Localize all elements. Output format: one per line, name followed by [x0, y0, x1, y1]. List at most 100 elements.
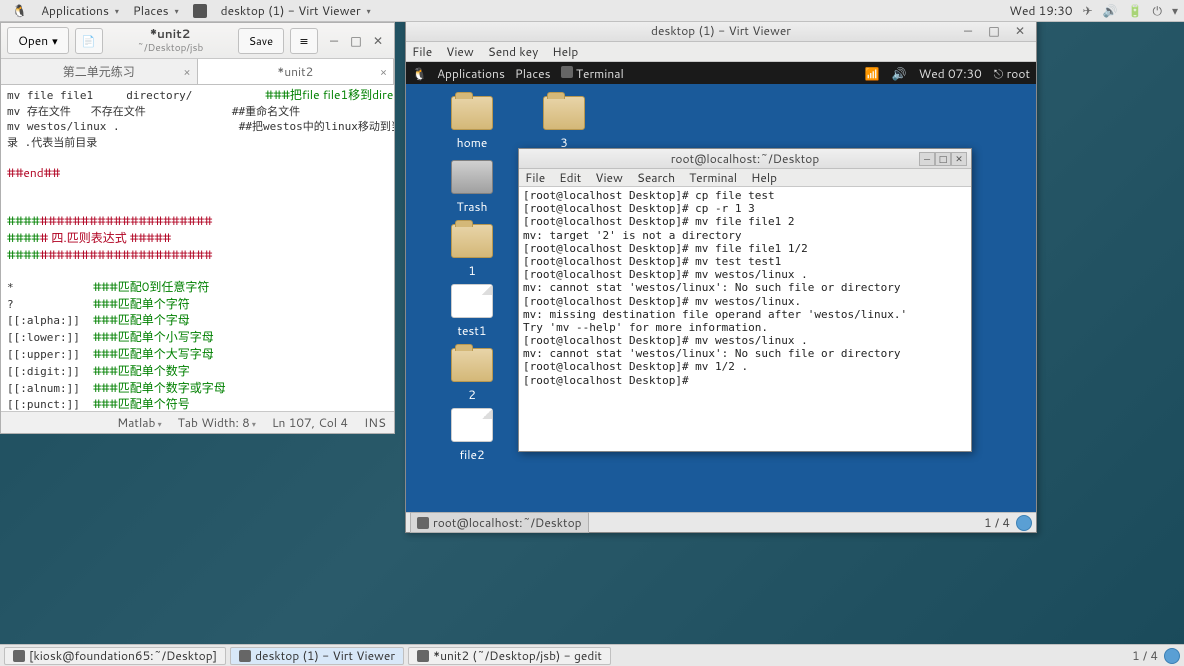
- power-icon[interactable]: ⏻: [1152, 2, 1162, 19]
- menu-view[interactable]: View: [595, 169, 623, 186]
- maximize-button[interactable]: □: [984, 22, 1004, 40]
- applications-menu[interactable]: Applications: [35, 2, 125, 19]
- close-button[interactable]: ✕: [368, 32, 388, 50]
- guest-places-menu[interactable]: Places: [515, 65, 551, 82]
- virt-menubar: File View Send key Help: [406, 42, 1036, 62]
- task-gedit[interactable]: *unit2 (~/Desktop/jsb) - gedit: [408, 647, 611, 665]
- places-menu[interactable]: Places: [127, 2, 185, 19]
- desktop-icon-file2[interactable]: file2: [442, 408, 502, 463]
- folder-icon: [451, 96, 493, 130]
- guest-top-panel: 🐧 Applications Places Terminal 📶 🔊 Wed 0…: [406, 62, 1036, 84]
- cursor-position: Ln 107, Col 4: [272, 414, 348, 431]
- guest-bottom-panel: root@localhost:~/Desktop 1 / 4: [406, 512, 1036, 532]
- guest-applications-menu[interactable]: Applications: [437, 65, 505, 82]
- guest-user-menu[interactable]: ⎋ root: [994, 65, 1030, 82]
- menu-help[interactable]: Help: [751, 169, 777, 186]
- gedit-statusbar: Matlab Tab Width: 8 Ln 107, Col 4 INS: [1, 411, 394, 433]
- desktop-icon-home[interactable]: home: [442, 96, 502, 151]
- clock[interactable]: Wed 19:30: [1009, 2, 1072, 19]
- volume-icon[interactable]: 🔊: [1103, 2, 1118, 19]
- terminal-icon: [417, 517, 429, 529]
- desktop-icon-test1[interactable]: test1: [442, 284, 502, 339]
- file-icon: [451, 408, 493, 442]
- battery-icon[interactable]: 🔋: [1128, 2, 1143, 19]
- desktop-icon-trash[interactable]: Trash: [442, 160, 502, 215]
- gedit-title-text: *unit2: [109, 27, 232, 41]
- gedit-tabbar: 第二单元练习× *unit2×: [1, 59, 394, 85]
- save-button[interactable]: Save: [238, 28, 284, 54]
- screen-icon: [239, 650, 251, 662]
- tab-unit2[interactable]: *unit2×: [198, 59, 395, 84]
- folder-icon: [451, 348, 493, 382]
- terminal-window: root@localhost:~/Desktop — □ ✕ File Edit…: [518, 148, 972, 452]
- gedit-window: Open ▾ 📄 *unit2 ~/Desktop/jsb Save ≡ — □…: [0, 22, 395, 434]
- menu-terminal[interactable]: Terminal: [689, 169, 737, 186]
- insert-mode: INS: [364, 414, 386, 431]
- terminal-titlebar[interactable]: root@localhost:~/Desktop — □ ✕: [519, 149, 971, 169]
- menu-view[interactable]: View: [446, 43, 474, 60]
- folder-icon: [543, 96, 585, 130]
- guest-desktop-root: 🐧 Applications Places Terminal 📶 🔊 Wed 0…: [406, 62, 1036, 532]
- gedit-editor[interactable]: mv file file1 directory/ ###把file file1移…: [1, 85, 394, 411]
- maximize-button[interactable]: □: [935, 152, 951, 166]
- virt-viewer-window: desktop (1) - Virt Viewer — □ ✕ File Vie…: [405, 19, 1037, 533]
- host-workspace-indicator: 1 / 4: [1132, 647, 1158, 664]
- menu-file[interactable]: File: [412, 43, 432, 60]
- activities-icon[interactable]: 🐧: [6, 2, 33, 19]
- network-icon[interactable]: ✈: [1083, 2, 1093, 19]
- terminal-menubar: File Edit View Search Terminal Help: [519, 169, 971, 187]
- desktop-icon-1[interactable]: 1: [442, 224, 502, 279]
- guest-task-terminal[interactable]: root@localhost:~/Desktop: [410, 512, 589, 533]
- workspace-switcher-icon[interactable]: [1016, 515, 1032, 531]
- new-document-button[interactable]: 📄: [75, 28, 103, 54]
- guest-volume-icon[interactable]: 🔊: [892, 65, 907, 82]
- tab-exercise[interactable]: 第二单元练习×: [1, 59, 198, 84]
- task-virtviewer[interactable]: desktop (1) - Virt Viewer: [230, 647, 404, 665]
- desktop-icon-2[interactable]: 2: [442, 348, 502, 403]
- gedit-title: *unit2 ~/Desktop/jsb: [109, 27, 232, 53]
- language-selector[interactable]: Matlab: [117, 414, 162, 431]
- guest-activities-icon[interactable]: 🐧: [412, 65, 427, 82]
- guest-network-icon[interactable]: 📶: [865, 65, 880, 82]
- minimize-button[interactable]: —: [919, 152, 935, 166]
- gedit-header: Open ▾ 📄 *unit2 ~/Desktop/jsb Save ≡ — □…: [1, 23, 394, 59]
- guest-workspace-indicator: 1 / 4: [984, 514, 1010, 531]
- window-menu-icon[interactable]: [187, 4, 213, 18]
- maximize-button[interactable]: □: [346, 32, 366, 50]
- folder-icon: [451, 224, 493, 258]
- guest-desktop-area[interactable]: home 3 Trash 1 test1 2 file2 root@localh…: [406, 84, 1036, 512]
- virt-title-text: desktop (1) - Virt Viewer: [651, 22, 791, 39]
- tabwidth-selector[interactable]: Tab Width: 8: [178, 414, 256, 431]
- terminal-body[interactable]: [root@localhost Desktop]# cp file test […: [519, 187, 971, 451]
- close-icon[interactable]: ×: [380, 64, 387, 80]
- close-button[interactable]: ✕: [951, 152, 967, 166]
- terminal-icon: [561, 66, 573, 78]
- menu-edit[interactable]: Edit: [559, 169, 581, 186]
- gedit-subtitle: ~/Desktop/jsb: [109, 42, 232, 54]
- minimize-button[interactable]: —: [324, 32, 344, 50]
- terminal-title-text: root@localhost:~/Desktop: [671, 150, 820, 167]
- guest-clock[interactable]: Wed 07:30: [919, 65, 982, 82]
- task-kiosk[interactable]: [kiosk@foundation65:~/Desktop]: [4, 647, 226, 665]
- trash-icon: [451, 160, 493, 194]
- window-menu-title[interactable]: desktop (1) - Virt Viewer: [215, 2, 377, 19]
- host-bottom-panel: [kiosk@foundation65:~/Desktop] desktop (…: [0, 644, 1184, 666]
- menu-sendkey[interactable]: Send key: [488, 43, 539, 60]
- close-icon[interactable]: ×: [184, 64, 191, 80]
- menu-button[interactable]: ≡: [290, 28, 318, 54]
- dropdown-caret-icon[interactable]: ▾: [1172, 2, 1178, 19]
- terminal-icon: [13, 650, 25, 662]
- close-button[interactable]: ✕: [1010, 22, 1030, 40]
- file-icon: [451, 284, 493, 318]
- minimize-button[interactable]: —: [958, 22, 978, 40]
- virt-titlebar[interactable]: desktop (1) - Virt Viewer — □ ✕: [406, 20, 1036, 42]
- menu-help[interactable]: Help: [552, 43, 578, 60]
- menu-file[interactable]: File: [525, 169, 545, 186]
- workspace-switcher-icon[interactable]: [1164, 648, 1180, 664]
- desktop-icon-3[interactable]: 3: [534, 96, 594, 151]
- guest-terminal-menu[interactable]: Terminal: [561, 65, 624, 82]
- gedit-icon: [417, 650, 429, 662]
- menu-search[interactable]: Search: [637, 169, 675, 186]
- host-top-panel: 🐧 Applications Places desktop (1) - Virt…: [0, 0, 1184, 22]
- open-button[interactable]: Open ▾: [7, 27, 69, 54]
